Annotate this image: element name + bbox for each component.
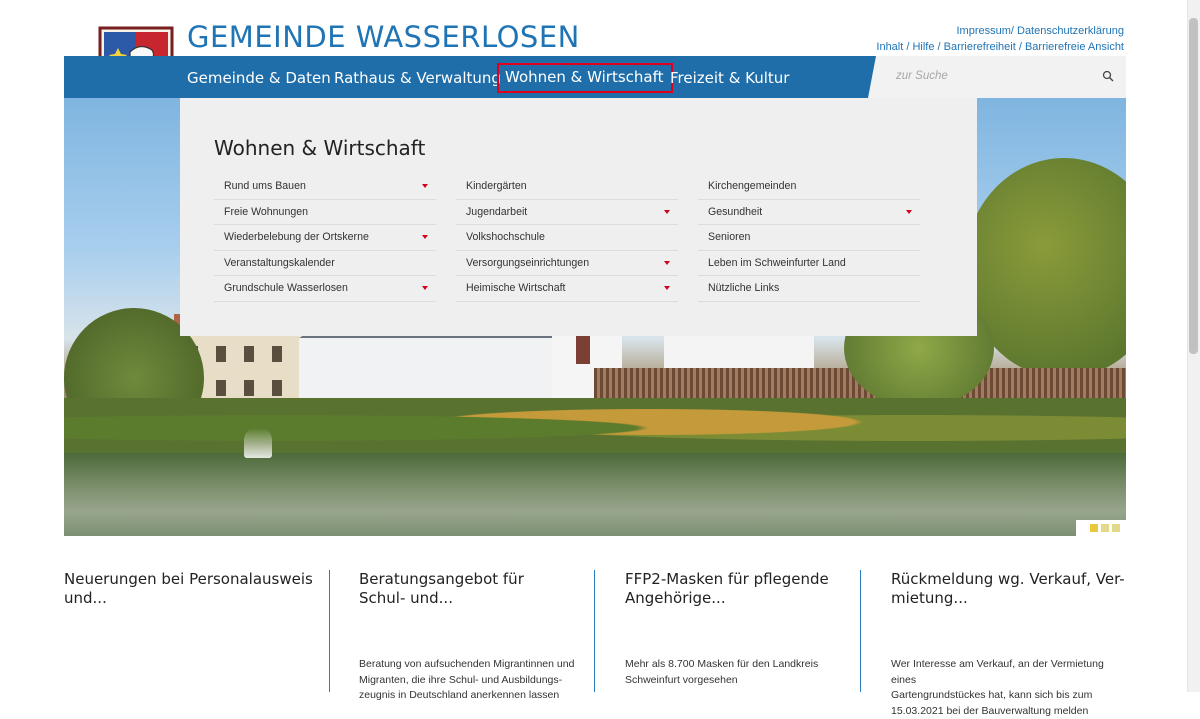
slider-dot[interactable] xyxy=(1101,524,1109,532)
menu-column-2: Kindergärten Jugendarbeit Volkshochschule V… xyxy=(456,174,678,302)
site-title[interactable]: GEMEINDE WASSERLOSEN xyxy=(187,20,580,54)
news-item[interactable]: Rückmeldung wg. Verkauf, Ver-mietung... … xyxy=(891,570,1126,717)
menu-column-1: Rund ums Bauen Freie Wohnungen Wiederbeleb… xyxy=(214,174,436,302)
menu-item[interactable]: Rund ums Bauen xyxy=(214,174,436,200)
news-text: Beratung von aufsuchenden Migrantinnen u… xyxy=(359,658,575,701)
menu-item-label: Volkshochschule xyxy=(466,231,545,244)
menu-item[interactable]: Senioren xyxy=(698,225,920,251)
page-scrollbar[interactable] xyxy=(1187,0,1200,692)
search-input[interactable]: zur Suche xyxy=(896,70,948,82)
menu-item-label: Versorgungseinrichtungen xyxy=(466,256,590,269)
search-box[interactable]: zur Suche xyxy=(868,56,1126,98)
slider-dot[interactable] xyxy=(1090,524,1098,532)
news-title[interactable]: FFP2-Masken für pflegende Angehörige... xyxy=(625,570,845,608)
impressum-link[interactable]: Impressum/ Datenschutzerklärung xyxy=(956,25,1124,37)
search-icon[interactable] xyxy=(1102,70,1114,82)
menu-item[interactable]: Grundschule Wasserlosen xyxy=(214,276,436,302)
news-title[interactable]: Rückmeldung wg. Verkauf, Ver-mietung... xyxy=(891,570,1126,608)
menu-item-label: Leben im Schweinfurter Land xyxy=(708,256,846,269)
fountain-shape xyxy=(244,428,272,458)
menu-item[interactable]: Jugendarbeit xyxy=(456,200,678,226)
menu-item[interactable]: Volkshochschule xyxy=(456,225,678,251)
divider xyxy=(329,570,330,692)
nav-freizeit-kultur[interactable]: Freizeit & Kultur xyxy=(670,69,789,87)
news-text: Mehr als 8.700 Masken für den Landkreis S… xyxy=(625,658,819,686)
top-links: Impressum/ Datenschutzerklärung Inhalt /… xyxy=(876,24,1124,55)
menu-item-label: Kindergärten xyxy=(466,180,527,192)
menu-item-label: Wiederbelebung der Ortskerne xyxy=(224,231,369,244)
menu-item[interactable]: Gesundheit xyxy=(698,200,920,226)
main-nav: Gemeinde & Daten Rathaus & Verwaltung Wo… xyxy=(64,56,1126,98)
menu-item-label: Nützliche Links xyxy=(708,282,780,295)
menu-item[interactable]: Heimische Wirtschaft xyxy=(456,276,678,302)
menu-item-label: Senioren xyxy=(708,231,751,244)
nav-gemeinde-daten[interactable]: Gemeinde & Daten xyxy=(187,69,331,87)
caret-down-icon[interactable] xyxy=(664,286,670,291)
menu-item-label: Freie Wohnungen xyxy=(224,205,309,218)
mega-menu-title: Wohnen & Wirtschaft xyxy=(214,136,426,160)
pond-shape xyxy=(64,453,1126,536)
caret-down-icon[interactable] xyxy=(664,260,670,265)
divider xyxy=(860,570,861,692)
news-item[interactable]: FFP2-Masken für pflegende Angehörige... M… xyxy=(625,570,845,692)
menu-item[interactable]: Versorgungseinrichtungen xyxy=(456,251,678,277)
news-text: Wer Interesse am Verkauf, an der Vermiet… xyxy=(891,658,1104,717)
nav-wohnen-wirtschaft[interactable]: Wohnen & Wirtschaft xyxy=(497,63,673,93)
menu-item[interactable]: Veranstaltungskalender xyxy=(214,251,436,277)
menu-item[interactable]: Freie Wohnungen xyxy=(214,200,436,226)
scrollbar-thumb[interactable] xyxy=(1189,18,1198,354)
bushes-shape xyxy=(64,398,1126,458)
accessibility-links[interactable]: Inhalt / Hilfe / Barrierefreiheit / Barr… xyxy=(876,41,1124,53)
caret-down-icon[interactable] xyxy=(422,184,428,188)
menu-column-3: Kirchengemeinden Gesundheit Senioren Leben … xyxy=(698,174,920,302)
news-item[interactable]: Beratungsangebot für Schul- und... Beratu… xyxy=(359,570,579,701)
caret-down-icon[interactable] xyxy=(664,209,670,214)
menu-item[interactable]: Nützliche Links xyxy=(698,276,920,302)
menu-item[interactable]: Wiederbelebung der Ortskerne xyxy=(214,225,436,251)
mega-menu: Wohnen & Wirtschaft Rund ums Bauen Freie … xyxy=(180,98,977,336)
divider xyxy=(594,570,595,692)
news-item[interactable]: Neuerungen bei Personalausweis und... xyxy=(64,570,314,692)
nav-rathaus-verwaltung[interactable]: Rathaus & Verwaltung xyxy=(334,69,501,87)
menu-item[interactable]: Leben im Schweinfurter Land xyxy=(698,251,920,277)
menu-item[interactable]: Kindergärten xyxy=(456,174,678,200)
menu-item-label: Jugendarbeit xyxy=(466,205,528,218)
slider-dots xyxy=(1076,520,1126,536)
menu-item-label: Heimische Wirtschaft xyxy=(466,282,566,295)
page: GEMEINDE WASSERLOSEN Impressum/ Datensch… xyxy=(64,0,1126,717)
caret-down-icon[interactable] xyxy=(906,209,912,214)
menu-item[interactable]: Kirchengemeinden xyxy=(698,174,920,200)
menu-item-label: Grundschule Wasserlosen xyxy=(224,282,348,295)
menu-item-label: Rund ums Bauen xyxy=(224,180,306,192)
menu-item-label: Kirchengemeinden xyxy=(708,180,797,192)
menu-item-label: Gesundheit xyxy=(708,205,763,218)
caret-down-icon[interactable] xyxy=(422,235,428,240)
news-title[interactable]: Beratungsangebot für Schul- und... xyxy=(359,570,579,608)
news-title[interactable]: Neuerungen bei Personalausweis und... xyxy=(64,570,314,608)
caret-down-icon[interactable] xyxy=(422,286,428,291)
menu-item-label: Veranstaltungskalender xyxy=(224,256,335,269)
slider-dot[interactable] xyxy=(1112,524,1120,532)
